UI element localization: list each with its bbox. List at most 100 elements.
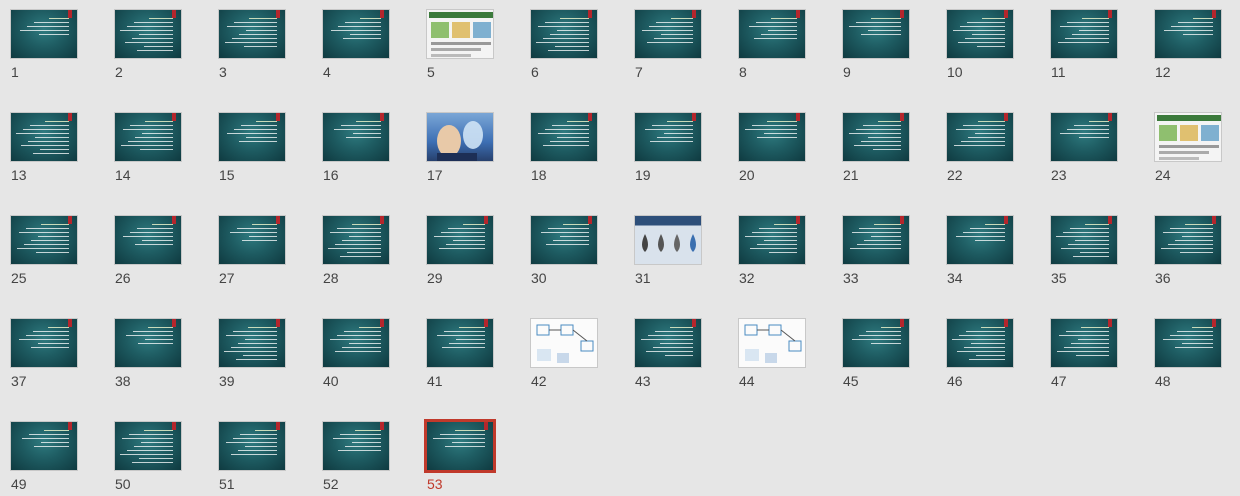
slide-thumbnail[interactable]: 44 — [728, 309, 832, 393]
slide-thumbnail[interactable]: 53 — [416, 412, 520, 496]
slide-text-line — [861, 34, 901, 35]
slide-thumbnail[interactable]: 43 — [624, 309, 728, 393]
slide-thumbnail[interactable]: 37 — [0, 309, 104, 393]
slide-thumbnail[interactable]: 3 — [208, 0, 312, 84]
slide-thumbnail[interactable]: 7 — [624, 0, 728, 84]
slide-thumbnail[interactable]: 15 — [208, 103, 312, 187]
slide-text-line — [439, 248, 485, 249]
slide-thumbnail[interactable]: 29 — [416, 206, 520, 290]
slide-text-line — [231, 454, 277, 455]
slide-text-line — [40, 149, 69, 150]
slide-preview — [634, 112, 702, 162]
slide-text-line — [956, 236, 1005, 237]
slide-flag-decoration — [276, 319, 280, 327]
slide-thumbnail[interactable]: 13 — [0, 103, 104, 187]
slide-thumbnail[interactable]: 40 — [312, 309, 416, 393]
slide-text-line — [660, 343, 693, 344]
slide-text-line — [139, 458, 173, 459]
slide-thumbnail[interactable]: 6 — [520, 0, 624, 84]
slide-text-line — [256, 121, 277, 122]
slide-thumbnail[interactable]: 25 — [0, 206, 104, 290]
slide-text-line — [764, 133, 797, 134]
slide-thumbnail[interactable]: 36 — [1144, 206, 1240, 290]
slide-flag-decoration — [692, 10, 696, 18]
slide-text-line — [452, 442, 485, 443]
slide-text-line — [1070, 228, 1109, 229]
slide-thumbnail[interactable]: 33 — [832, 206, 936, 290]
slide-text-line — [653, 347, 693, 348]
slide-text-line — [557, 137, 589, 138]
slide-thumbnail[interactable]: 12 — [1144, 0, 1240, 84]
slide-thumbnail[interactable]: 8 — [728, 0, 832, 84]
slide-number: 17 — [427, 167, 443, 183]
slide-thumbnail[interactable]: 10 — [936, 0, 1040, 84]
slide-thumbnail[interactable]: 18 — [520, 103, 624, 187]
slide-thumbnail[interactable]: 52 — [312, 412, 416, 496]
slide-text-line — [959, 335, 1005, 336]
slide-text-line — [44, 430, 69, 431]
slide-thumbnail[interactable]: 11 — [1040, 0, 1144, 84]
slide-text-line — [437, 335, 485, 336]
slide-number: 29 — [427, 270, 443, 286]
slide-text-line — [227, 26, 277, 27]
slide-thumbnail[interactable]: 51 — [208, 412, 312, 496]
slide-thumbnail[interactable]: 19 — [624, 103, 728, 187]
slide-text-line — [646, 351, 693, 352]
slide-thumbnail[interactable]: 34 — [936, 206, 1040, 290]
slide-thumbnail[interactable]: 31 — [624, 206, 728, 290]
slide-thumbnail[interactable]: 30 — [520, 206, 624, 290]
slide-thumbnail[interactable]: 26 — [104, 206, 208, 290]
slide-thumbnail[interactable]: 38 — [104, 309, 208, 393]
slide-thumbnail[interactable]: 17 — [416, 103, 520, 187]
slide-text-line — [769, 252, 797, 253]
slide-thumbnail[interactable]: 42 — [520, 309, 624, 393]
slide-thumbnail[interactable]: 22 — [936, 103, 1040, 187]
slide-thumbnail[interactable]: 14 — [104, 103, 208, 187]
slide-thumbnail[interactable]: 4 — [312, 0, 416, 84]
slide-text-line — [878, 121, 901, 122]
slide-thumbnail[interactable]: 32 — [728, 206, 832, 290]
slide-flag-decoration — [588, 10, 592, 18]
slide-thumbnail[interactable]: 35 — [1040, 206, 1144, 290]
slide-text-line — [1074, 125, 1109, 126]
slide-preview — [426, 112, 494, 162]
slide-thumbnail[interactable]: 47 — [1040, 309, 1144, 393]
slide-thumbnail[interactable]: 5 — [416, 0, 520, 84]
slide-number: 52 — [323, 476, 339, 492]
slide-preview — [322, 9, 390, 59]
slide-text-line — [864, 240, 901, 241]
slide-text-line — [340, 434, 381, 435]
slide-preview — [10, 9, 78, 59]
slide-thumbnail[interactable]: 24 — [1144, 103, 1240, 187]
slide-flag-decoration — [68, 10, 72, 18]
slide-thumbnail[interactable]: 48 — [1144, 309, 1240, 393]
slide-thumbnail[interactable]: 2 — [104, 0, 208, 84]
slide-flag-decoration — [172, 10, 176, 18]
slide-text-line — [745, 236, 797, 237]
slide-text-line — [246, 30, 277, 31]
slide-thumbnail[interactable]: 27 — [208, 206, 312, 290]
slide-thumbnail[interactable]: 45 — [832, 309, 936, 393]
slide-text-line — [661, 34, 693, 35]
slide-text-line — [352, 224, 381, 225]
slide-text-line — [243, 355, 277, 356]
slide-text-line — [356, 121, 381, 122]
slide-text-line — [1058, 42, 1109, 43]
slide-thumbnail[interactable]: 28 — [312, 206, 416, 290]
slide-preview — [946, 9, 1014, 59]
slide-text-line — [538, 26, 589, 27]
slide-text-line — [123, 129, 173, 130]
slide-thumbnail[interactable]: 21 — [832, 103, 936, 187]
slide-thumbnail[interactable]: 39 — [208, 309, 312, 393]
slide-thumbnail[interactable]: 20 — [728, 103, 832, 187]
slide-thumbnail[interactable]: 41 — [416, 309, 520, 393]
slide-thumbnail[interactable]: 46 — [936, 309, 1040, 393]
slide-thumbnail[interactable]: 1 — [0, 0, 104, 84]
slide-thumbnail[interactable]: 9 — [832, 0, 936, 84]
slide-thumbnail[interactable]: 49 — [0, 412, 104, 496]
slide-thumbnail[interactable]: 50 — [104, 412, 208, 496]
slide-thumbnail[interactable]: 16 — [312, 103, 416, 187]
slide-text-line — [345, 446, 381, 447]
slide-thumbnail[interactable]: 23 — [1040, 103, 1144, 187]
slide-number: 9 — [843, 64, 851, 80]
